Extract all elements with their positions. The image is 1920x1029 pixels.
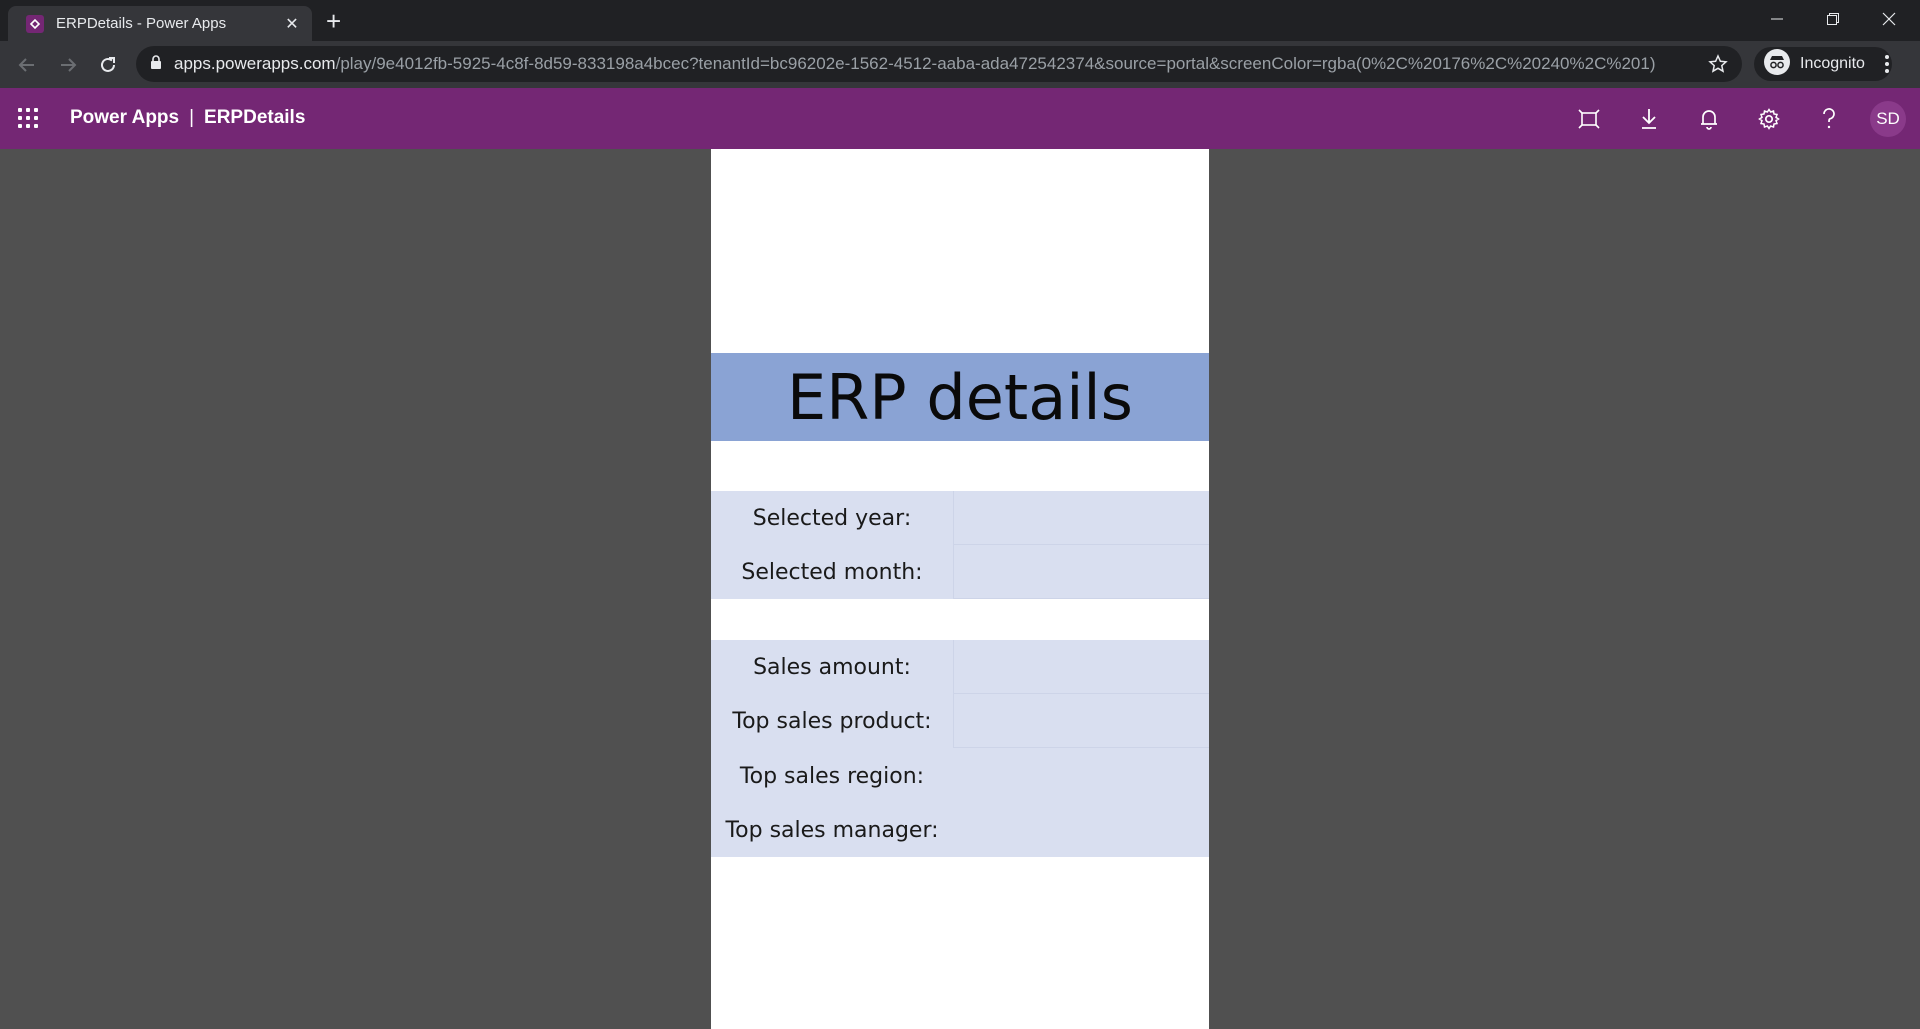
url-host: apps.powerapps.com [174,54,336,73]
top-sales-manager-label: Top sales manager: [725,817,939,843]
incognito-label: Incognito [1800,55,1865,72]
notifications-bell-icon[interactable] [1696,106,1722,132]
address-bar[interactable]: apps.powerapps.com/play/9e4012fb-5925-4c… [136,46,1742,82]
help-question-icon[interactable] [1816,106,1842,132]
minimize-window-icon[interactable] [1750,0,1804,38]
page-title: ERP details [787,360,1133,434]
app-launcher-icon[interactable] [18,108,38,128]
new-tab-icon[interactable]: + [326,8,341,34]
browser-tab[interactable]: ERPDetails - Power Apps ✕ [8,6,312,41]
download-icon[interactable] [1636,106,1662,132]
top-sales-region-row: Top sales region: [711,749,1209,803]
incognito-icon [1764,48,1790,80]
top-sales-product-row: Top sales product: [711,694,1209,748]
url-path: /play/9e4012fb-5925-4c8f-8d59-833198a4bc… [335,54,1656,73]
bookmark-star-icon[interactable] [1708,54,1728,79]
selected-year-value [953,491,1209,545]
app-canvas: ERP details Selected year: Selected mont… [711,149,1209,1029]
top-sales-manager-row: Top sales manager: [711,803,1209,857]
header-title: Power Apps | ERPDetails [70,107,305,129]
selected-year-label: Selected year: [752,505,912,531]
browser-toolbar: apps.powerapps.com/play/9e4012fb-5925-4c… [0,41,1920,88]
selected-month-label: Selected month: [741,559,923,585]
back-icon[interactable] [13,51,41,79]
product-name: Power Apps [70,107,180,128]
forward-icon[interactable] [54,51,82,79]
selected-month-row: Selected month: [711,545,1209,599]
selected-month-value [953,545,1209,599]
sales-amount-row: Sales amount: [711,640,1209,694]
title-band: ERP details [711,353,1209,441]
sales-amount-value [953,640,1209,694]
lock-icon [150,54,162,74]
power-apps-favicon-icon [26,14,44,33]
sales-panel: Sales amount: Top sales product: Top sal… [711,640,1209,857]
browser-menu-icon[interactable] [1884,53,1890,80]
browser-tab-strip: ERPDetails - Power Apps ✕ + [0,0,1920,41]
top-sales-manager-value [953,803,1209,857]
incognito-indicator[interactable]: Incognito [1754,47,1892,81]
reload-icon[interactable] [94,51,122,79]
sales-amount-label: Sales amount: [753,654,911,680]
app-name: ERPDetails [204,107,306,128]
power-apps-header: Power Apps | ERPDetails [0,88,1920,149]
selected-year-row: Selected year: [711,491,1209,545]
top-sales-product-value [953,694,1209,748]
settings-gear-icon[interactable] [1756,106,1782,132]
close-tab-icon[interactable]: ✕ [282,14,302,34]
top-sales-product-label: Top sales product: [732,708,932,734]
close-window-icon[interactable] [1862,0,1916,38]
top-sales-region-label: Top sales region: [739,763,925,789]
fit-to-window-icon[interactable] [1576,106,1602,132]
avatar[interactable]: SD [1870,101,1906,137]
restore-window-icon[interactable] [1806,0,1860,38]
url-text: apps.powerapps.com/play/9e4012fb-5925-4c… [174,54,1714,74]
period-panel: Selected year: Selected month: [711,491,1209,599]
title-separator: | [189,107,195,128]
top-sales-region-value [953,749,1209,803]
tab-title: ERPDetails - Power Apps [56,15,227,32]
